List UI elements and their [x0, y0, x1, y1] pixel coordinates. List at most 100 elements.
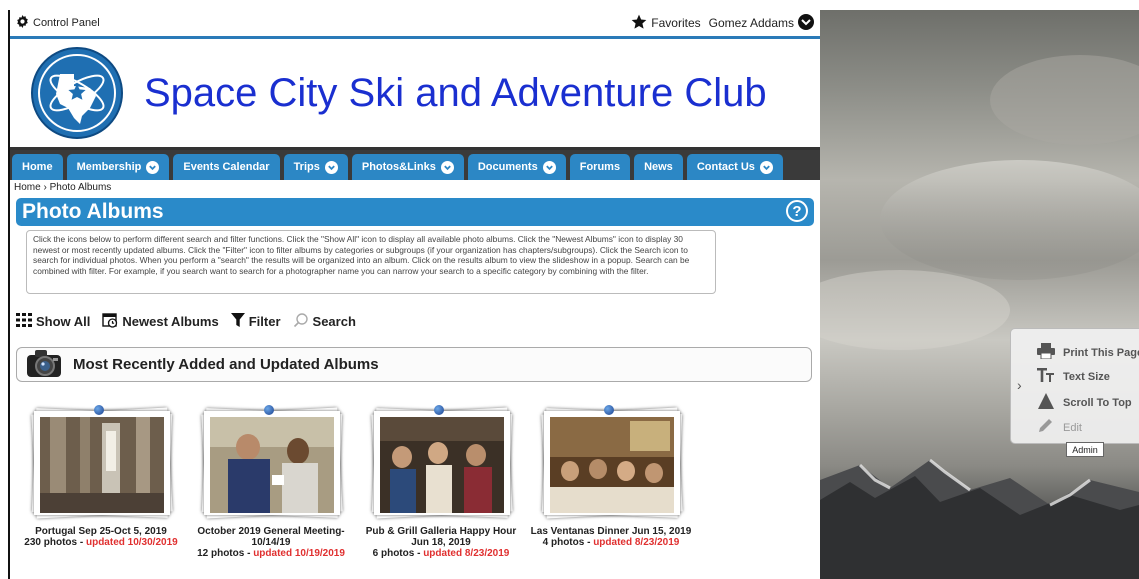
instructions-text: Click the icons below to perform differe…: [26, 230, 716, 294]
text-size-label: Text Size: [1063, 370, 1110, 383]
update-date: updated 10/19/2019: [253, 548, 345, 559]
album-card[interactable]: October 2019 General Meeting- 10/14/19 1…: [186, 405, 356, 559]
album-thumbnail-stack[interactable]: [366, 405, 516, 520]
photo-count: 12 photos: [197, 548, 245, 559]
album-photo: [210, 417, 334, 513]
pushpin-icon: [434, 405, 444, 415]
nav-item-events-calendar[interactable]: Events Calendar: [173, 154, 280, 180]
breadcrumb-separator: ›: [43, 182, 47, 193]
nav-item-membership[interactable]: Membership: [66, 154, 170, 180]
page-header-bar: Photo Albums ?: [16, 198, 814, 226]
pushpin-icon: [604, 405, 614, 415]
edit-label: Edit: [1063, 421, 1082, 434]
pushpin-icon: [264, 405, 274, 415]
photo-count: 6 photos: [372, 548, 415, 559]
control-panel-link[interactable]: Control Panel: [16, 15, 100, 31]
nav-label: Home: [22, 161, 53, 173]
album-toolbar: Show All Newest Albums Filter Search: [16, 312, 814, 331]
chevron-down-icon: [798, 13, 814, 33]
edit-button[interactable]: Edit: [1037, 418, 1082, 437]
chevron-down-icon: [440, 160, 454, 174]
nav-item-photos-links[interactable]: Photos&Links: [351, 154, 464, 180]
recent-albums-header: Most Recently Added and Updated Albums: [16, 347, 812, 382]
album-title[interactable]: Las Ventanas Dinner Jun 15, 2019: [526, 526, 696, 537]
camera-icon: [25, 347, 65, 382]
nav-item-contact-us[interactable]: Contact Us: [686, 154, 783, 180]
search-label: Search: [312, 314, 356, 329]
nav-label: Membership: [76, 161, 142, 173]
breadcrumb-home-link[interactable]: Home: [14, 182, 41, 193]
nav-label: Photos&Links: [361, 161, 436, 173]
chevron-down-icon: [146, 160, 160, 174]
filter-button[interactable]: Filter: [230, 313, 281, 330]
calendar-clock-icon: [102, 312, 118, 331]
search-icon: [293, 312, 309, 331]
site-header: Space City Ski and Adventure Club: [10, 39, 820, 150]
album-thumbnail-stack[interactable]: [26, 405, 176, 520]
print-label: Print This Page: [1063, 346, 1139, 359]
panel-toggle-chevron-icon[interactable]: ›: [1017, 377, 1022, 393]
nav-label: Forums: [579, 161, 621, 173]
album-thumbnail-stack[interactable]: [196, 405, 346, 520]
update-date: updated 8/23/2019: [423, 548, 510, 559]
pushpin-icon: [94, 405, 104, 415]
album-thumbnail-stack[interactable]: [536, 405, 686, 520]
nav-label: Contact Us: [696, 161, 755, 173]
meta-separator: -: [584, 537, 594, 548]
album-card[interactable]: Las Ventanas Dinner Jun 15, 2019 4 photo…: [526, 405, 696, 559]
album-photo: [380, 417, 504, 513]
breadcrumb: Home › Photo Albums: [10, 180, 820, 196]
gear-icon: [16, 15, 29, 31]
nav-item-home[interactable]: Home: [12, 154, 63, 180]
text-size-icon: [1037, 368, 1055, 385]
nav-item-forums[interactable]: Forums: [569, 154, 631, 180]
album-title[interactable]: Portugal Sep 25-Oct 5, 2019: [16, 526, 186, 537]
page-title: Photo Albums: [22, 200, 164, 223]
album-meta: 6 photos - updated 8/23/2019: [356, 548, 526, 559]
nav-item-trips[interactable]: Trips: [283, 154, 348, 180]
grid-icon: [16, 313, 32, 330]
newest-albums-button[interactable]: Newest Albums: [102, 312, 219, 331]
chevron-down-icon: [759, 160, 773, 174]
arrow-up-icon: [1037, 393, 1055, 412]
meta-separator: -: [244, 548, 254, 559]
search-button[interactable]: Search: [293, 312, 356, 331]
albums-list: Portugal Sep 25-Oct 5, 2019 230 photos -…: [16, 405, 716, 559]
club-logo[interactable]: [30, 46, 124, 140]
meta-separator: -: [77, 537, 86, 548]
album-photo: [550, 417, 674, 513]
chevron-down-icon: [324, 160, 338, 174]
photo-count: 230 photos: [24, 537, 78, 548]
admin-tooltip: Admin: [1066, 442, 1104, 457]
nav-label: News: [644, 161, 673, 173]
album-meta: 4 photos - updated 8/23/2019: [526, 537, 696, 548]
album-title[interactable]: October 2019 General Meeting- 10/14/19: [186, 526, 356, 548]
album-title[interactable]: Pub & Grill Galleria Happy Hour Jun 18, …: [356, 526, 526, 548]
newest-albums-label: Newest Albums: [122, 314, 219, 329]
nav-item-documents[interactable]: Documents: [467, 154, 566, 180]
nav-item-news[interactable]: News: [634, 154, 683, 180]
album-photo: [40, 417, 164, 513]
site-title: Space City Ski and Adventure Club: [144, 70, 767, 115]
scroll-to-top-button[interactable]: Scroll To Top: [1037, 393, 1132, 412]
favorites-link[interactable]: Favorites: [631, 14, 701, 33]
album-card[interactable]: Portugal Sep 25-Oct 5, 2019 230 photos -…: [16, 405, 186, 559]
scenic-background-image: [820, 10, 1139, 579]
show-all-label: Show All: [36, 314, 91, 329]
print-page-button[interactable]: Print This Page: [1037, 343, 1139, 362]
filter-icon: [230, 313, 245, 330]
printer-icon: [1037, 343, 1055, 362]
control-panel-label: Control Panel: [33, 17, 100, 29]
favorites-label: Favorites: [651, 16, 701, 30]
show-all-button[interactable]: Show All: [16, 313, 90, 330]
website-frame: Control Panel Favorites Gomez Addams Spa…: [8, 10, 820, 579]
album-card[interactable]: Pub & Grill Galleria Happy Hour Jun 18, …: [356, 405, 526, 559]
meta-separator: -: [414, 548, 424, 559]
help-icon[interactable]: ?: [786, 200, 808, 222]
text-size-button[interactable]: Text Size: [1037, 368, 1110, 385]
update-date: updated 10/30/2019: [85, 537, 178, 548]
scroll-top-label: Scroll To Top: [1063, 396, 1132, 409]
section-title: Most Recently Added and Updated Albums: [73, 356, 379, 373]
update-date: updated 8/23/2019: [593, 537, 680, 548]
user-menu[interactable]: Gomez Addams: [709, 13, 814, 33]
